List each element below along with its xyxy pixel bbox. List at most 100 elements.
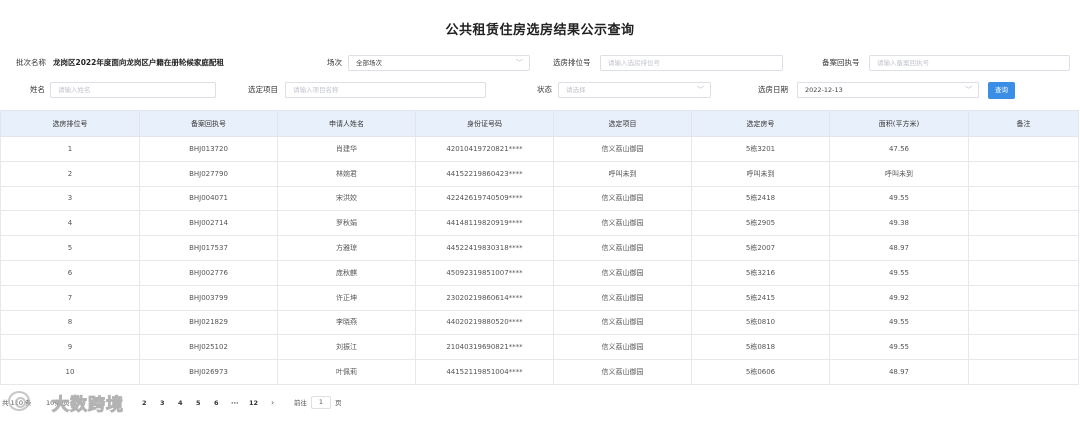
table-cell: 信义荔山御园 bbox=[553, 235, 692, 261]
table-cell: 2 bbox=[0, 160, 140, 187]
table-cell: BHJ027790 bbox=[139, 160, 278, 187]
table-cell: 44020219880520**** bbox=[415, 309, 554, 336]
round-select[interactable]: 全部场次 ﹀ bbox=[348, 55, 530, 71]
table-cell bbox=[968, 235, 1079, 261]
table-cell: 45092319851007**** bbox=[415, 259, 554, 286]
table-cell bbox=[968, 309, 1079, 336]
table-row: 2 BHJ027790 林婉君 44152219860423**** 呼叫未到 呼叫未到呼… bbox=[0, 160, 1079, 187]
column-header: 选定房号 bbox=[691, 110, 830, 137]
name-label: 姓名 bbox=[30, 85, 45, 94]
column-header: 选定项目 bbox=[553, 110, 692, 137]
table-cell: 44148119820919**** bbox=[415, 210, 554, 237]
table-cell: 9 bbox=[0, 334, 140, 361]
results-table: 选房排位号 备案回执号 申请人姓名 身份证号码 选定项目 选定房号 面积(平方米… bbox=[0, 110, 1079, 385]
date-label: 选房日期 bbox=[758, 85, 788, 94]
table-cell: 林婉君 bbox=[277, 160, 416, 187]
table-cell: 49.55 bbox=[829, 309, 969, 336]
table-row: 5 BHJ017537 方雅琼 44522419830318**** 信义荔山御园 5栋2… bbox=[0, 235, 1079, 261]
table-cell: 许正坤 bbox=[277, 284, 416, 311]
more-pages-ellipsis[interactable]: ··· bbox=[231, 396, 238, 410]
table-cell: BHJ002714 bbox=[139, 210, 278, 237]
column-header: 申请人姓名 bbox=[277, 110, 416, 137]
table-cell: 47.56 bbox=[829, 136, 969, 162]
date-select[interactable]: 2022-12-13 ﹀ bbox=[797, 82, 979, 98]
table-cell: BHJ003799 bbox=[139, 284, 278, 311]
page-3-button[interactable]: 3 bbox=[160, 396, 165, 410]
table-cell: 21040319690821**** bbox=[415, 334, 554, 361]
table-cell: 庞秋麒 bbox=[277, 259, 416, 286]
table-cell: 10 bbox=[0, 359, 140, 385]
table-cell bbox=[968, 284, 1079, 311]
record-number-input[interactable]: 请输入备案回执号 bbox=[869, 55, 1070, 71]
table-row: 6 BHJ002776 庞秋麒 45092319851007**** 信义荔山御园 5栋3… bbox=[0, 259, 1079, 286]
table-cell bbox=[968, 334, 1079, 361]
table-cell: 呼叫未到 bbox=[691, 160, 830, 187]
chevron-down-icon: ﹀ bbox=[516, 59, 523, 67]
table-cell: 罗秋娟 bbox=[277, 210, 416, 237]
query-button[interactable]: 查询 bbox=[988, 82, 1015, 99]
column-header: 身份证号码 bbox=[415, 110, 554, 137]
table-cell: 宋洪姣 bbox=[277, 185, 416, 212]
goto-page-input[interactable]: 1 bbox=[311, 396, 331, 409]
table-cell: 5栋3216 bbox=[691, 259, 830, 286]
table-cell: BHJ004071 bbox=[139, 185, 278, 212]
queue-label: 选房排位号 bbox=[553, 58, 591, 67]
table-cell: 方雅琼 bbox=[277, 235, 416, 261]
table-cell: 5 bbox=[0, 235, 140, 261]
queue-number-input[interactable]: 请输入选房排位号 bbox=[600, 55, 783, 71]
table-row: 10 BHJ026973 叶佩莉 44152119851004**** 信义荔山御园 5栋… bbox=[0, 359, 1079, 385]
table-cell: 48.97 bbox=[829, 235, 969, 261]
page-12-button[interactable]: 12 bbox=[249, 396, 258, 410]
table-cell: 44522419830318**** bbox=[415, 235, 554, 261]
table-row: 4 BHJ002714 罗秋娟 44148119820919**** 信义荔山御园 5栋2… bbox=[0, 210, 1079, 237]
table-cell: 42242619740509**** bbox=[415, 185, 554, 212]
table-cell: BHJ017537 bbox=[139, 235, 278, 261]
batch-value: 龙岗区2022年度面向龙岗区户籍在册轮候家庭配租 bbox=[53, 58, 224, 67]
table-cell: 49.55 bbox=[829, 185, 969, 212]
column-header: 选房排位号 bbox=[0, 110, 140, 137]
table-cell: 呼叫未到 bbox=[553, 160, 692, 187]
page-title: 公共租赁住房选房结果公示查询 bbox=[445, 23, 635, 38]
name-input[interactable]: 请输入姓名 bbox=[50, 82, 216, 98]
status-select[interactable]: 请选择 ﹀ bbox=[558, 82, 711, 98]
table-cell: 5栋2415 bbox=[691, 284, 830, 311]
table-cell: BHJ013720 bbox=[139, 136, 278, 162]
table-cell: 肖建华 bbox=[277, 136, 416, 162]
table-cell: 8 bbox=[0, 309, 140, 336]
table-cell: 6 bbox=[0, 259, 140, 286]
chevron-down-icon: ﹀ bbox=[697, 86, 704, 94]
page-4-button[interactable]: 4 bbox=[178, 396, 183, 410]
table-cell: 信义荔山御园 bbox=[553, 359, 692, 385]
table-cell: BHJ025102 bbox=[139, 334, 278, 361]
project-input[interactable]: 请输入项目名称 bbox=[285, 82, 486, 98]
next-page-button[interactable]: › bbox=[271, 396, 274, 410]
status-placeholder: 请选择 bbox=[566, 86, 586, 94]
round-select-value: 全部场次 bbox=[356, 59, 382, 67]
batch-label: 批次名称 bbox=[16, 58, 46, 67]
table-cell: 呼叫未到 bbox=[829, 160, 969, 187]
table-cell: 5栋0810 bbox=[691, 309, 830, 336]
table-row: 7 BHJ003799 许正坤 23020219860614**** 信义荔山御园 5栋2… bbox=[0, 284, 1079, 311]
table-cell: 信义荔山御园 bbox=[553, 284, 692, 311]
page-6-button[interactable]: 6 bbox=[214, 396, 219, 410]
table-row: 3 BHJ004071 宋洪姣 42242619740509**** 信义荔山御园 5栋2… bbox=[0, 185, 1079, 212]
table-cell: 44152119851004**** bbox=[415, 359, 554, 385]
table-cell: 信义荔山御园 bbox=[553, 185, 692, 212]
column-header: 备案回执号 bbox=[139, 110, 278, 137]
table-cell: 5栋3201 bbox=[691, 136, 830, 162]
record-number-placeholder: 请输入备案回执号 bbox=[877, 59, 929, 67]
chevron-down-icon: ﹀ bbox=[965, 86, 972, 94]
table-cell: BHJ026973 bbox=[139, 359, 278, 385]
watermark-logo-icon bbox=[8, 391, 30, 411]
page-5-button[interactable]: 5 bbox=[196, 396, 201, 410]
table-cell: 3 bbox=[0, 185, 140, 212]
table-cell: 49.55 bbox=[829, 334, 969, 361]
status-label: 状态 bbox=[537, 85, 552, 94]
project-label: 选定项目 bbox=[248, 85, 278, 94]
record-label: 备案回执号 bbox=[822, 58, 860, 67]
table-cell: 7 bbox=[0, 284, 140, 311]
table-row: 1 BHJ013720 肖建华 42010419720821**** 信义荔山御园 5栋3… bbox=[0, 136, 1079, 162]
table-header-row: 选房排位号 备案回执号 申请人姓名 身份证号码 选定项目 选定房号 面积(平方米… bbox=[0, 110, 1079, 137]
column-header: 面积(平方米) bbox=[829, 110, 969, 137]
table-cell: 42010419720821**** bbox=[415, 136, 554, 162]
